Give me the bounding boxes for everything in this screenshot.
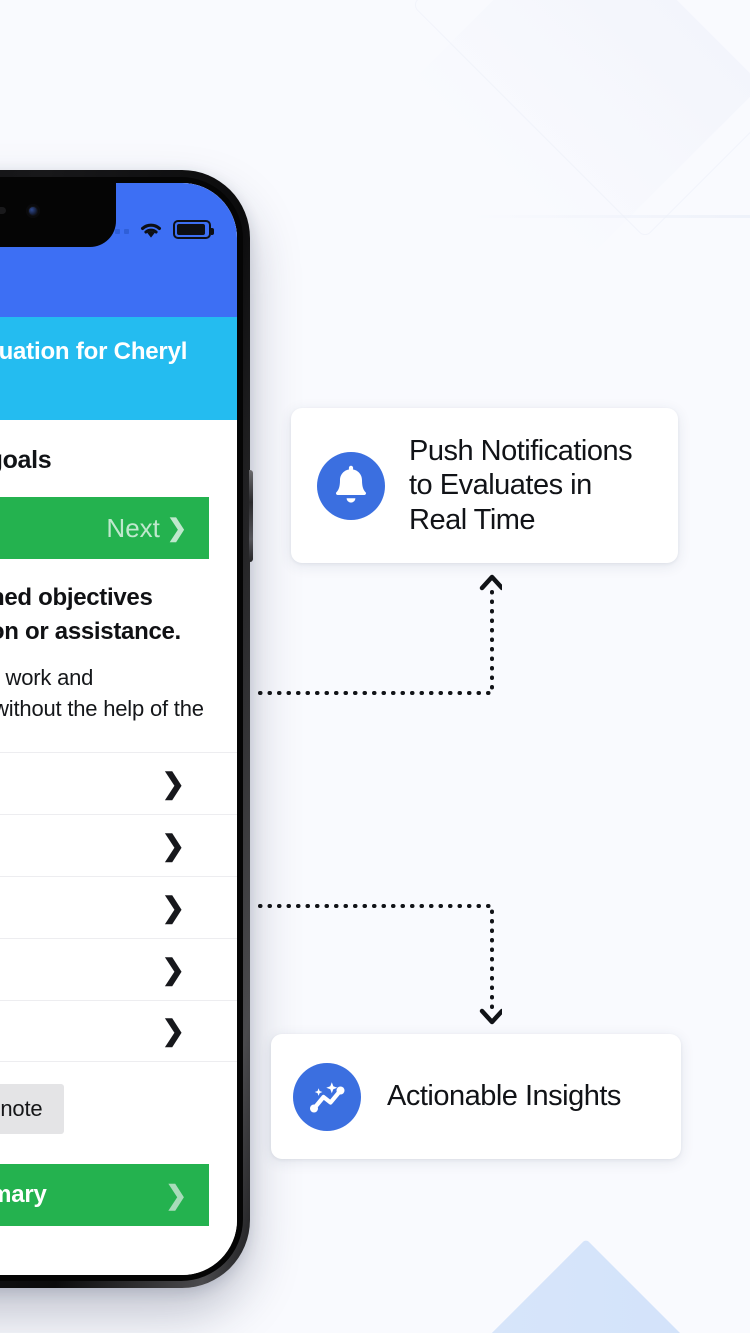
app-bar: Evaluation — [0, 247, 237, 317]
phone-mockup: Evaluation Performance Evaluation for Ch… — [0, 170, 253, 1288]
show-summary-label: Show Summary — [0, 1181, 47, 1209]
background-decor-line — [470, 215, 750, 218]
background-decor-glow — [408, 0, 750, 262]
connector-to-push-card — [252, 570, 505, 705]
wifi-icon — [138, 220, 164, 239]
progress-bar: 3. Next ❯ — [0, 497, 209, 560]
question-line-2: with no supervision or assistance. — [0, 617, 181, 645]
bell-icon — [317, 451, 385, 520]
push-card-line-1: Push Notifications — [409, 435, 633, 468]
evaluation-subheader-title: Performance Evaluation for Cheryl Summer… — [0, 338, 188, 365]
insights-chart-icon — [293, 1062, 361, 1131]
chevron-right-icon: ❯ — [161, 891, 185, 923]
actionable-insights-card[interactable]: Actionable Insights — [271, 1034, 681, 1159]
phone-screen: Evaluation Performance Evaluation for Ch… — [0, 183, 237, 1275]
list-item[interactable]: ❯ — [0, 1000, 237, 1063]
background-decor-square — [411, 0, 750, 239]
chevron-right-icon: ❯ — [161, 767, 185, 799]
chevron-right-icon: ❯ — [161, 829, 185, 861]
push-card-line-2: to Evaluates in — [409, 469, 592, 502]
app-bar-title: Evaluation — [0, 255, 237, 291]
list-item[interactable]: ❯ — [0, 752, 237, 814]
background-diagonal-band-1 — [189, 1238, 750, 1333]
next-button-label: Next — [106, 512, 160, 543]
list-item[interactable]: ❯ — [0, 876, 237, 938]
screenshot-root: Evaluation Performance Evaluation for Ch… — [0, 0, 750, 1333]
question-block: Achieved all planned objectives with no … — [0, 559, 237, 730]
app-screen: Evaluation Performance Evaluation for Ch… — [0, 183, 237, 1275]
question-line-1: Achieved all planned objectives — [0, 584, 153, 612]
section-title: Goals and team goals — [0, 446, 52, 475]
battery-icon — [173, 220, 214, 239]
chevron-right-icon: ❯ — [166, 514, 187, 542]
push-notifications-card[interactable]: Push Notifications to Evaluates in Real … — [291, 408, 678, 563]
front-camera-icon — [26, 204, 40, 218]
chevron-right-icon: ❯ — [161, 1015, 185, 1047]
question-desc-line-2: achieved objectives without the help of … — [0, 695, 204, 721]
connector-to-insights-card — [252, 895, 505, 1030]
actionable-insights-card-title: Actionable Insights — [387, 1080, 621, 1113]
push-card-line-3: Real Time — [409, 503, 536, 536]
chevron-right-icon: ❯ — [165, 1179, 187, 1210]
question-desc-line-1: Completed proposed work and — [0, 664, 94, 690]
earpiece-speaker — [0, 207, 6, 214]
list-item[interactable]: ❯ — [0, 938, 237, 1000]
phone-notch — [0, 183, 116, 247]
list-item[interactable]: ❯ — [0, 814, 237, 876]
leave-a-note-button[interactable]: Leave a note — [0, 1084, 65, 1135]
chevron-right-icon: ❯ — [161, 953, 185, 985]
push-notifications-card-title: Push Notifications to Evaluates in Real … — [409, 434, 633, 537]
evaluation-subheader: Performance Evaluation for Cheryl Summer… — [0, 317, 237, 421]
next-button[interactable]: Next ❯ — [106, 513, 187, 544]
show-summary-bar[interactable]: Show Summary ❯ — [0, 1164, 209, 1227]
phone-side-button[interactable] — [249, 470, 253, 562]
leave-note-row: Leave a note — [0, 1062, 237, 1135]
options-list: ❯ ❯ ❯ ❯ ❯ — [0, 752, 237, 1063]
